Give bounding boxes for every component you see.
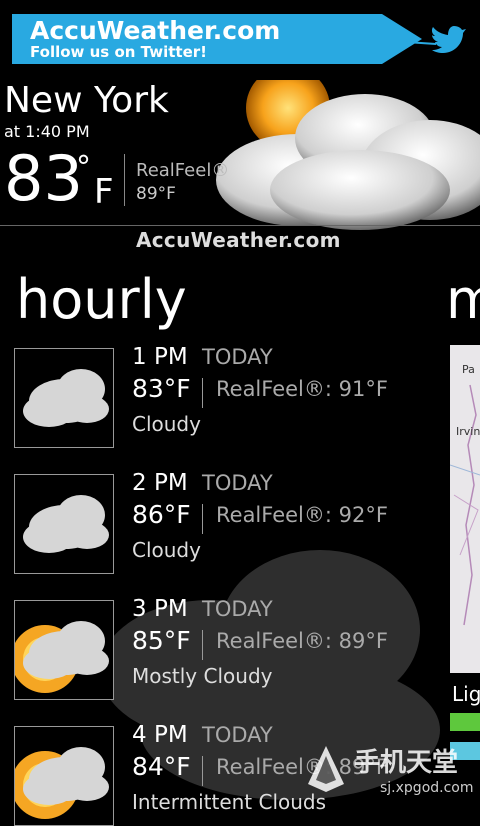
hour-temperature: 86°F — [132, 500, 191, 529]
watermark-url: sj.xpgod.com — [380, 780, 474, 796]
hour-time: 3 PM — [132, 596, 188, 622]
hour-condition: Intermittent Clouds — [132, 790, 327, 814]
hour-divider — [202, 378, 203, 408]
legend-label: Lig — [452, 682, 480, 706]
hour-divider — [202, 630, 203, 660]
hour-time: 2 PM — [132, 470, 188, 496]
hour-realfeel: RealFeel®: 89°F — [216, 629, 388, 653]
hourly-row[interactable]: 3 PM TODAY 85°F RealFeel®: 89°F Mostly Cloud… — [14, 596, 434, 700]
radar-map-panel[interactable]: Pa Irvin — [450, 345, 480, 673]
map-label-pa: Pa — [462, 363, 475, 376]
degree-symbol: ° — [76, 150, 91, 185]
hour-divider — [202, 504, 203, 534]
map-label-irvin: Irvin — [456, 425, 480, 438]
twitter-banner[interactable]: AccuWeather.com Follow us on Twitter! — [12, 14, 468, 64]
watermark: 手机天堂 sj.xpgod.com — [300, 740, 480, 800]
city-name: New York — [4, 80, 169, 121]
sun-cloud-icon — [14, 726, 114, 826]
hour-time: 1 PM — [132, 344, 188, 370]
realfeel-divider — [124, 154, 125, 206]
current-conditions[interactable]: New York at 1:40 PM 83 ° F RealFeel® 89°… — [0, 80, 480, 254]
banner-title: AccuWeather.com — [30, 16, 281, 45]
hour-temperature: 83°F — [132, 374, 191, 403]
temperature-unit: F — [94, 172, 114, 212]
hourly-title: hourly — [16, 268, 187, 331]
map-roads — [450, 384, 480, 626]
twitter-bird-icon — [405, 26, 466, 53]
hero-divider — [0, 225, 480, 226]
current-temperature: 83 — [4, 142, 83, 215]
hour-day: TODAY — [202, 471, 273, 495]
cloud-icon — [14, 348, 114, 448]
realfeel-value: 89°F — [136, 184, 176, 204]
hour-time: 4 PM — [132, 722, 188, 748]
next-panel-title[interactable]: m — [446, 268, 480, 332]
hour-divider — [202, 756, 203, 786]
hour-temperature: 84°F — [132, 752, 191, 781]
watermark-logo-icon — [308, 746, 344, 792]
hour-condition: Mostly Cloudy — [132, 664, 273, 688]
brand-logo-text: AccuWeather.com — [136, 228, 341, 252]
legend-swatch-green — [450, 713, 480, 731]
hourly-row[interactable]: 1 PM TODAY 83°F RealFeel®: 91°F Cloudy — [14, 344, 434, 448]
watermark-text: 手机天堂 — [354, 748, 459, 778]
sun-cloud-icon — [14, 600, 114, 700]
hour-condition: Cloudy — [132, 538, 201, 562]
observation-time: at 1:40 PM — [4, 122, 90, 141]
hour-condition: Cloudy — [132, 412, 201, 436]
hour-temperature: 85°F — [132, 626, 191, 655]
hourly-row[interactable]: 2 PM TODAY 86°F RealFeel®: 92°F Cloudy — [14, 470, 434, 574]
hour-realfeel: RealFeel®: 91°F — [216, 377, 388, 401]
cloud-icon — [14, 474, 114, 574]
realfeel-label: RealFeel® — [136, 160, 230, 181]
hour-day: TODAY — [202, 597, 273, 621]
banner-subtitle: Follow us on Twitter! — [30, 43, 207, 61]
hour-day: TODAY — [202, 345, 273, 369]
hour-realfeel: RealFeel®: 92°F — [216, 503, 388, 527]
hour-day: TODAY — [202, 723, 273, 747]
